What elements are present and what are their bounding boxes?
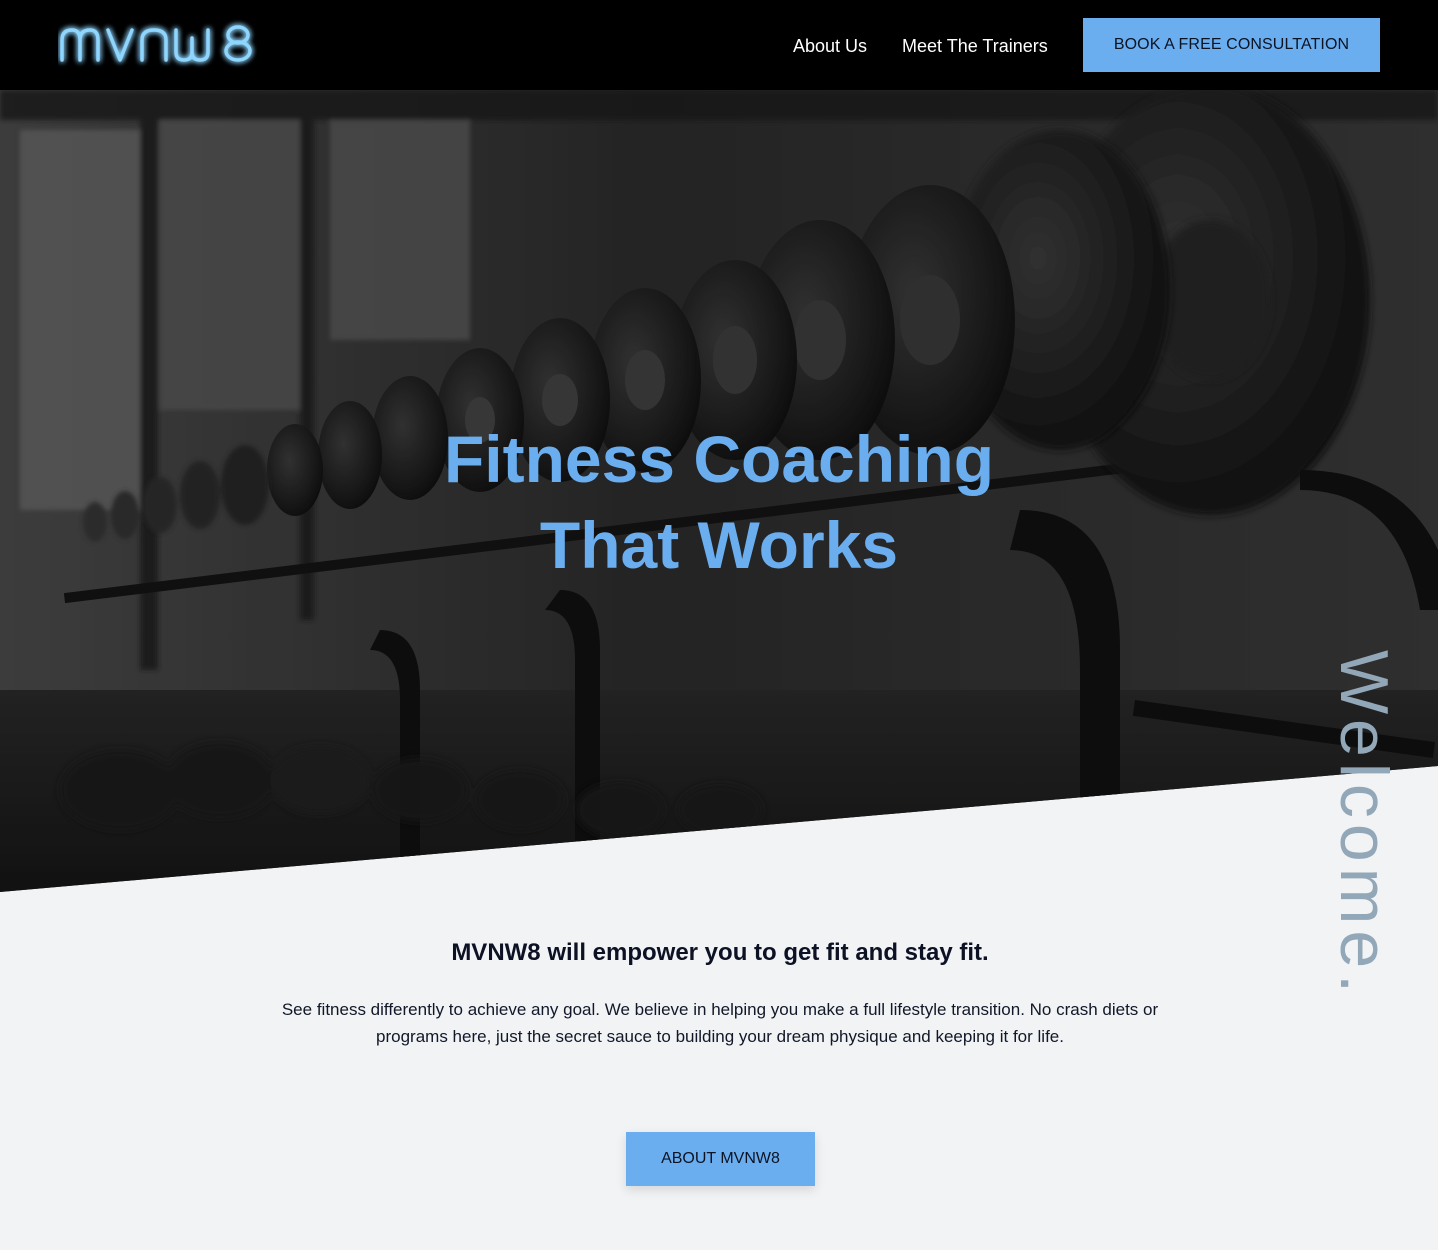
- site-header: About Us Meet The Trainers BOOK A FREE C…: [0, 0, 1438, 90]
- hero-section: Fitness Coaching That Works: [0, 90, 1438, 900]
- brand-logo[interactable]: [58, 14, 268, 74]
- about-mvnw8-button[interactable]: ABOUT MVNW8: [626, 1132, 815, 1186]
- hero-title-line-2: That Works: [539, 508, 899, 582]
- hero-title-line-1: Fitness Coaching: [443, 422, 995, 496]
- nav-meet-the-trainers[interactable]: Meet The Trainers: [902, 33, 1048, 59]
- nav-about-us[interactable]: About Us: [793, 33, 867, 59]
- hero-title: Fitness Coaching That Works: [0, 416, 1438, 588]
- content-body: See fitness differently to achieve any g…: [281, 1000, 1159, 1046]
- content-heading: MVNW8 will empower you to get fit and st…: [451, 939, 989, 966]
- book-consultation-button[interactable]: BOOK A FREE CONSULTATION: [1083, 18, 1380, 72]
- welcome-vertical-text: Welcome.: [1326, 650, 1402, 1090]
